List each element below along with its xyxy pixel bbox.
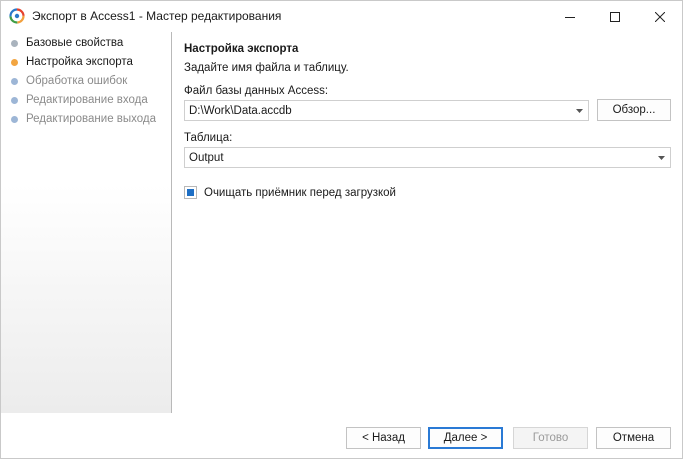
clear-target-option[interactable]: Очищать приёмник перед загрузкой xyxy=(184,186,396,199)
step-status-icon xyxy=(11,115,18,123)
step-edit-input[interactable]: Редактирование входа xyxy=(11,92,148,108)
file-path-combobox[interactable]: D:\Work\Data.accdb xyxy=(184,100,589,121)
minimize-icon xyxy=(564,16,575,18)
finish-button[interactable]: Готово xyxy=(513,427,588,449)
step-error-handling[interactable]: Обработка ошибок xyxy=(11,73,127,89)
step-label: Базовые свойства xyxy=(26,37,124,49)
maximize-button[interactable] xyxy=(592,1,637,32)
close-button[interactable] xyxy=(637,1,682,32)
close-icon xyxy=(654,11,665,22)
step-status-icon xyxy=(11,58,18,66)
wizard-window: Экспорт в Access1 - Мастер редактировани… xyxy=(0,0,683,459)
table-combobox[interactable]: Output xyxy=(184,147,671,168)
window-title: Экспорт в Access1 - Мастер редактировани… xyxy=(32,9,282,23)
dropdown-arrow-icon[interactable] xyxy=(570,101,588,120)
step-status-icon xyxy=(11,96,18,104)
section-title: Настройка экспорта xyxy=(184,43,299,55)
cancel-button[interactable]: Отмена xyxy=(596,427,671,449)
browse-button[interactable]: Обзор... xyxy=(597,99,671,121)
section-description: Задайте имя файла и таблицу. xyxy=(184,62,349,74)
clear-target-label: Очищать приёмник перед загрузкой xyxy=(204,186,396,199)
step-export-settings[interactable]: Настройка экспорта xyxy=(11,54,133,70)
step-status-icon xyxy=(11,77,18,85)
dropdown-arrow-icon[interactable] xyxy=(652,148,670,167)
step-status-icon xyxy=(11,39,18,47)
step-basic-properties[interactable]: Базовые свойства xyxy=(11,35,123,51)
file-path-value: D:\Work\Data.accdb xyxy=(189,104,292,117)
step-edit-output[interactable]: Редактирование выхода xyxy=(11,111,156,127)
clear-target-checkbox[interactable] xyxy=(184,186,197,199)
file-label: Файл базы данных Access: xyxy=(184,85,329,97)
step-label: Редактирование выхода xyxy=(26,113,157,125)
checkbox-checked-icon xyxy=(187,189,194,196)
maximize-icon xyxy=(609,11,620,22)
back-button[interactable]: < Назад xyxy=(346,427,421,449)
table-value: Output xyxy=(189,151,224,164)
wizard-steps-panel: Базовые свойства Настройка экспорта Обра… xyxy=(1,32,171,413)
table-label: Таблица: xyxy=(184,132,233,144)
step-label: Обработка ошибок xyxy=(26,75,128,87)
panel-divider xyxy=(171,32,172,413)
app-logo-icon xyxy=(9,8,25,24)
step-label: Редактирование входа xyxy=(26,94,148,106)
next-button[interactable]: Далее > xyxy=(428,427,503,449)
title-bar: Экспорт в Access1 - Мастер редактировани… xyxy=(1,1,682,32)
minimize-button[interactable] xyxy=(547,1,592,32)
step-label: Настройка экспорта xyxy=(26,56,133,68)
